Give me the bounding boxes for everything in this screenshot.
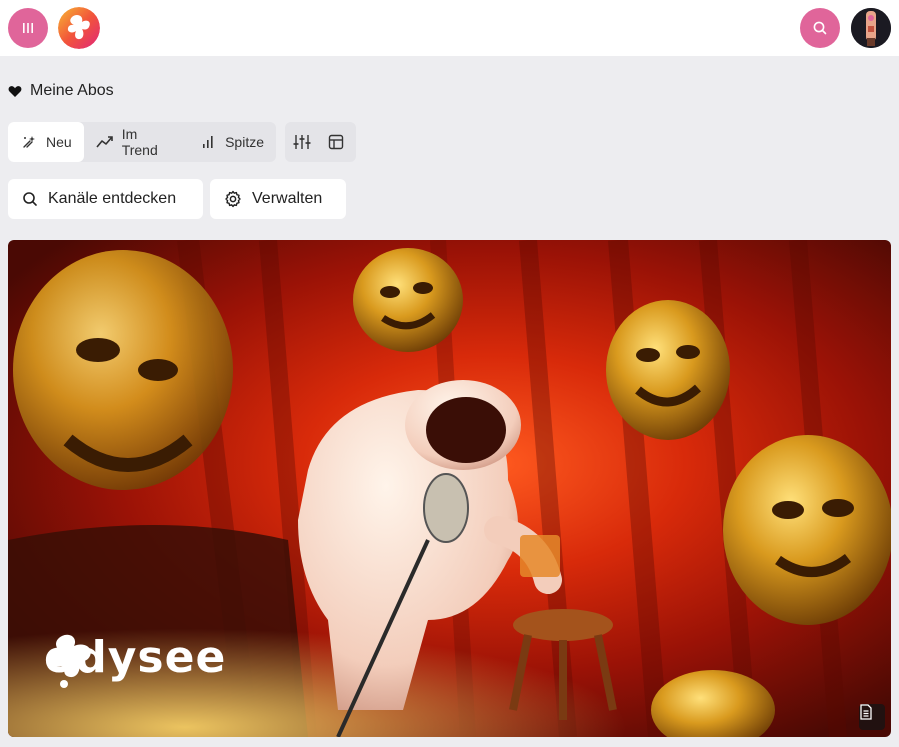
view-tools: [285, 122, 356, 162]
user-avatar[interactable]: [851, 8, 891, 48]
sliders-icon: [293, 133, 311, 151]
tab-spitze-label: Spitze: [225, 134, 264, 150]
promo-banner[interactable]: odysee: [8, 240, 891, 737]
tab-spitze[interactable]: Spitze: [187, 122, 276, 162]
odysee-brand-icon: [49, 634, 91, 688]
discover-channels-button[interactable]: Kanäle entdecken: [8, 179, 203, 219]
top-bar: [0, 0, 899, 56]
section-title-label: Meine Abos: [30, 82, 114, 99]
tab-im-trend-label: Im Trend: [121, 126, 158, 158]
layout-button[interactable]: [319, 122, 353, 162]
menu-button[interactable]: [8, 8, 48, 48]
gear-icon: [225, 190, 241, 208]
tab-neu-label: Neu: [46, 134, 72, 150]
tab-im-trend[interactable]: Im Trend: [84, 122, 187, 162]
discover-channels-label: Kanäle entdecken: [48, 190, 177, 207]
sparkle-icon: [20, 133, 38, 151]
document-icon: [860, 704, 872, 720]
odysee-brand: odysee: [44, 632, 226, 688]
layout-icon: [327, 133, 345, 151]
manage-label: Verwalten: [252, 190, 323, 207]
filter-button[interactable]: [285, 122, 319, 162]
odysee-logo-icon: [58, 7, 100, 49]
search-button[interactable]: [800, 8, 840, 48]
user-avatar-icon: [851, 8, 891, 48]
odysee-logo[interactable]: [58, 7, 100, 49]
sort-tabs: Neu Im Trend Spitze: [8, 122, 276, 162]
section-title: Meine Abos: [8, 80, 114, 102]
tab-neu[interactable]: Neu: [8, 122, 84, 162]
menu-icon: [23, 23, 33, 33]
bar-chart-icon: [199, 133, 217, 151]
search-icon: [23, 192, 37, 206]
trending-up-icon: [96, 133, 114, 151]
manage-button[interactable]: Verwalten: [210, 179, 346, 219]
document-button[interactable]: [859, 704, 885, 730]
search-icon: [813, 21, 827, 35]
heart-icon: [8, 85, 22, 97]
